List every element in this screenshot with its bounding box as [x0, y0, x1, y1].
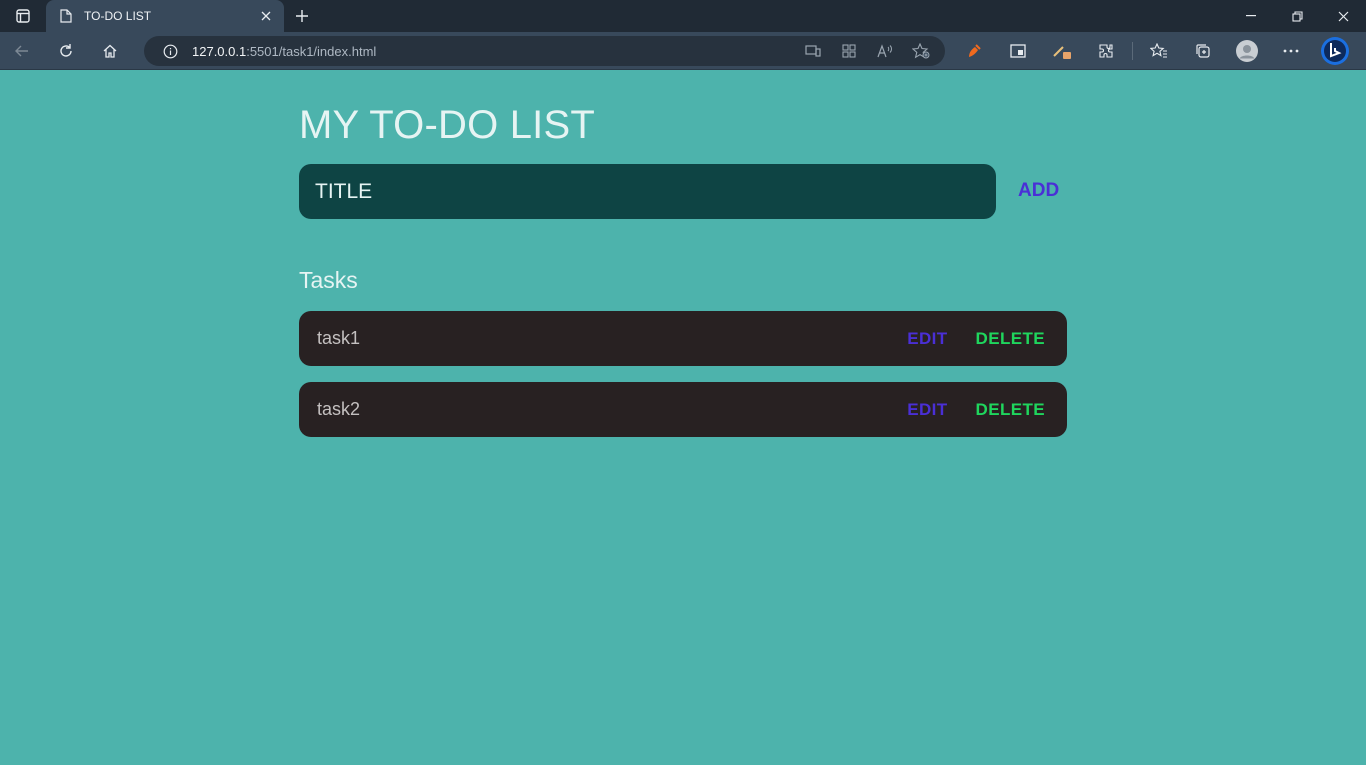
apps-grid-icon[interactable]: [831, 36, 867, 66]
refresh-icon[interactable]: [44, 32, 88, 70]
browser-toolbar: 127.0.0.1:5501/task1/index.html: [0, 32, 1366, 70]
collections-icon[interactable]: [1181, 32, 1225, 70]
task-text: task1: [317, 328, 361, 348]
tab-actions-icon[interactable]: [0, 0, 46, 32]
edit-button[interactable]: EDIT: [907, 329, 947, 349]
bing-copilot-icon[interactable]: [1313, 32, 1357, 70]
page-title: MY TO-DO LIST: [299, 103, 595, 147]
favorites-icon[interactable]: [1137, 32, 1181, 70]
site-info-icon[interactable]: [162, 43, 178, 59]
delete-button[interactable]: DELETE: [976, 400, 1045, 420]
more-options-icon[interactable]: [1269, 32, 1313, 70]
home-icon[interactable]: [88, 32, 132, 70]
add-favorite-icon[interactable]: [903, 36, 939, 66]
picture-in-picture-icon[interactable]: [996, 32, 1040, 70]
toolbar-separator: [1132, 42, 1133, 60]
back-icon[interactable]: [0, 32, 44, 70]
close-tab-icon[interactable]: [258, 8, 274, 24]
page-icon: [58, 8, 74, 24]
close-window-icon[interactable]: [1320, 0, 1366, 32]
extension-orange-icon[interactable]: [952, 32, 996, 70]
profile-avatar[interactable]: [1225, 32, 1269, 70]
tasks-heading: Tasks: [299, 267, 358, 293]
url-text: 127.0.0.1:5501/task1/index.html: [192, 43, 377, 59]
add-button[interactable]: ADD: [1010, 177, 1067, 205]
minimize-icon[interactable]: [1228, 0, 1274, 32]
read-aloud-icon[interactable]: [867, 36, 903, 66]
browser-tab-bar: TO-DO LIST: [0, 0, 1366, 32]
task-title-input[interactable]: [299, 164, 996, 219]
task-item: task2 EDIT DELETE: [299, 382, 1067, 437]
extensions-icon[interactable]: [1084, 32, 1128, 70]
new-tab-icon[interactable]: [284, 0, 320, 32]
page-content: MY TO-DO LIST ADD Tasks task1 EDIT DELET…: [0, 71, 1366, 765]
address-bar[interactable]: 127.0.0.1:5501/task1/index.html: [144, 36, 945, 66]
extension-brush-icon[interactable]: [1040, 32, 1084, 70]
edit-button[interactable]: EDIT: [907, 400, 947, 420]
browser-tab[interactable]: TO-DO LIST: [46, 0, 284, 32]
delete-button[interactable]: DELETE: [976, 329, 1045, 349]
device-icon[interactable]: [795, 36, 831, 66]
tab-title: TO-DO LIST: [84, 9, 152, 23]
restore-icon[interactable]: [1274, 0, 1320, 32]
task-text: task2: [317, 399, 361, 419]
task-item: task1 EDIT DELETE: [299, 311, 1067, 366]
task-list: task1 EDIT DELETE task2 EDIT DELETE: [299, 311, 1067, 453]
